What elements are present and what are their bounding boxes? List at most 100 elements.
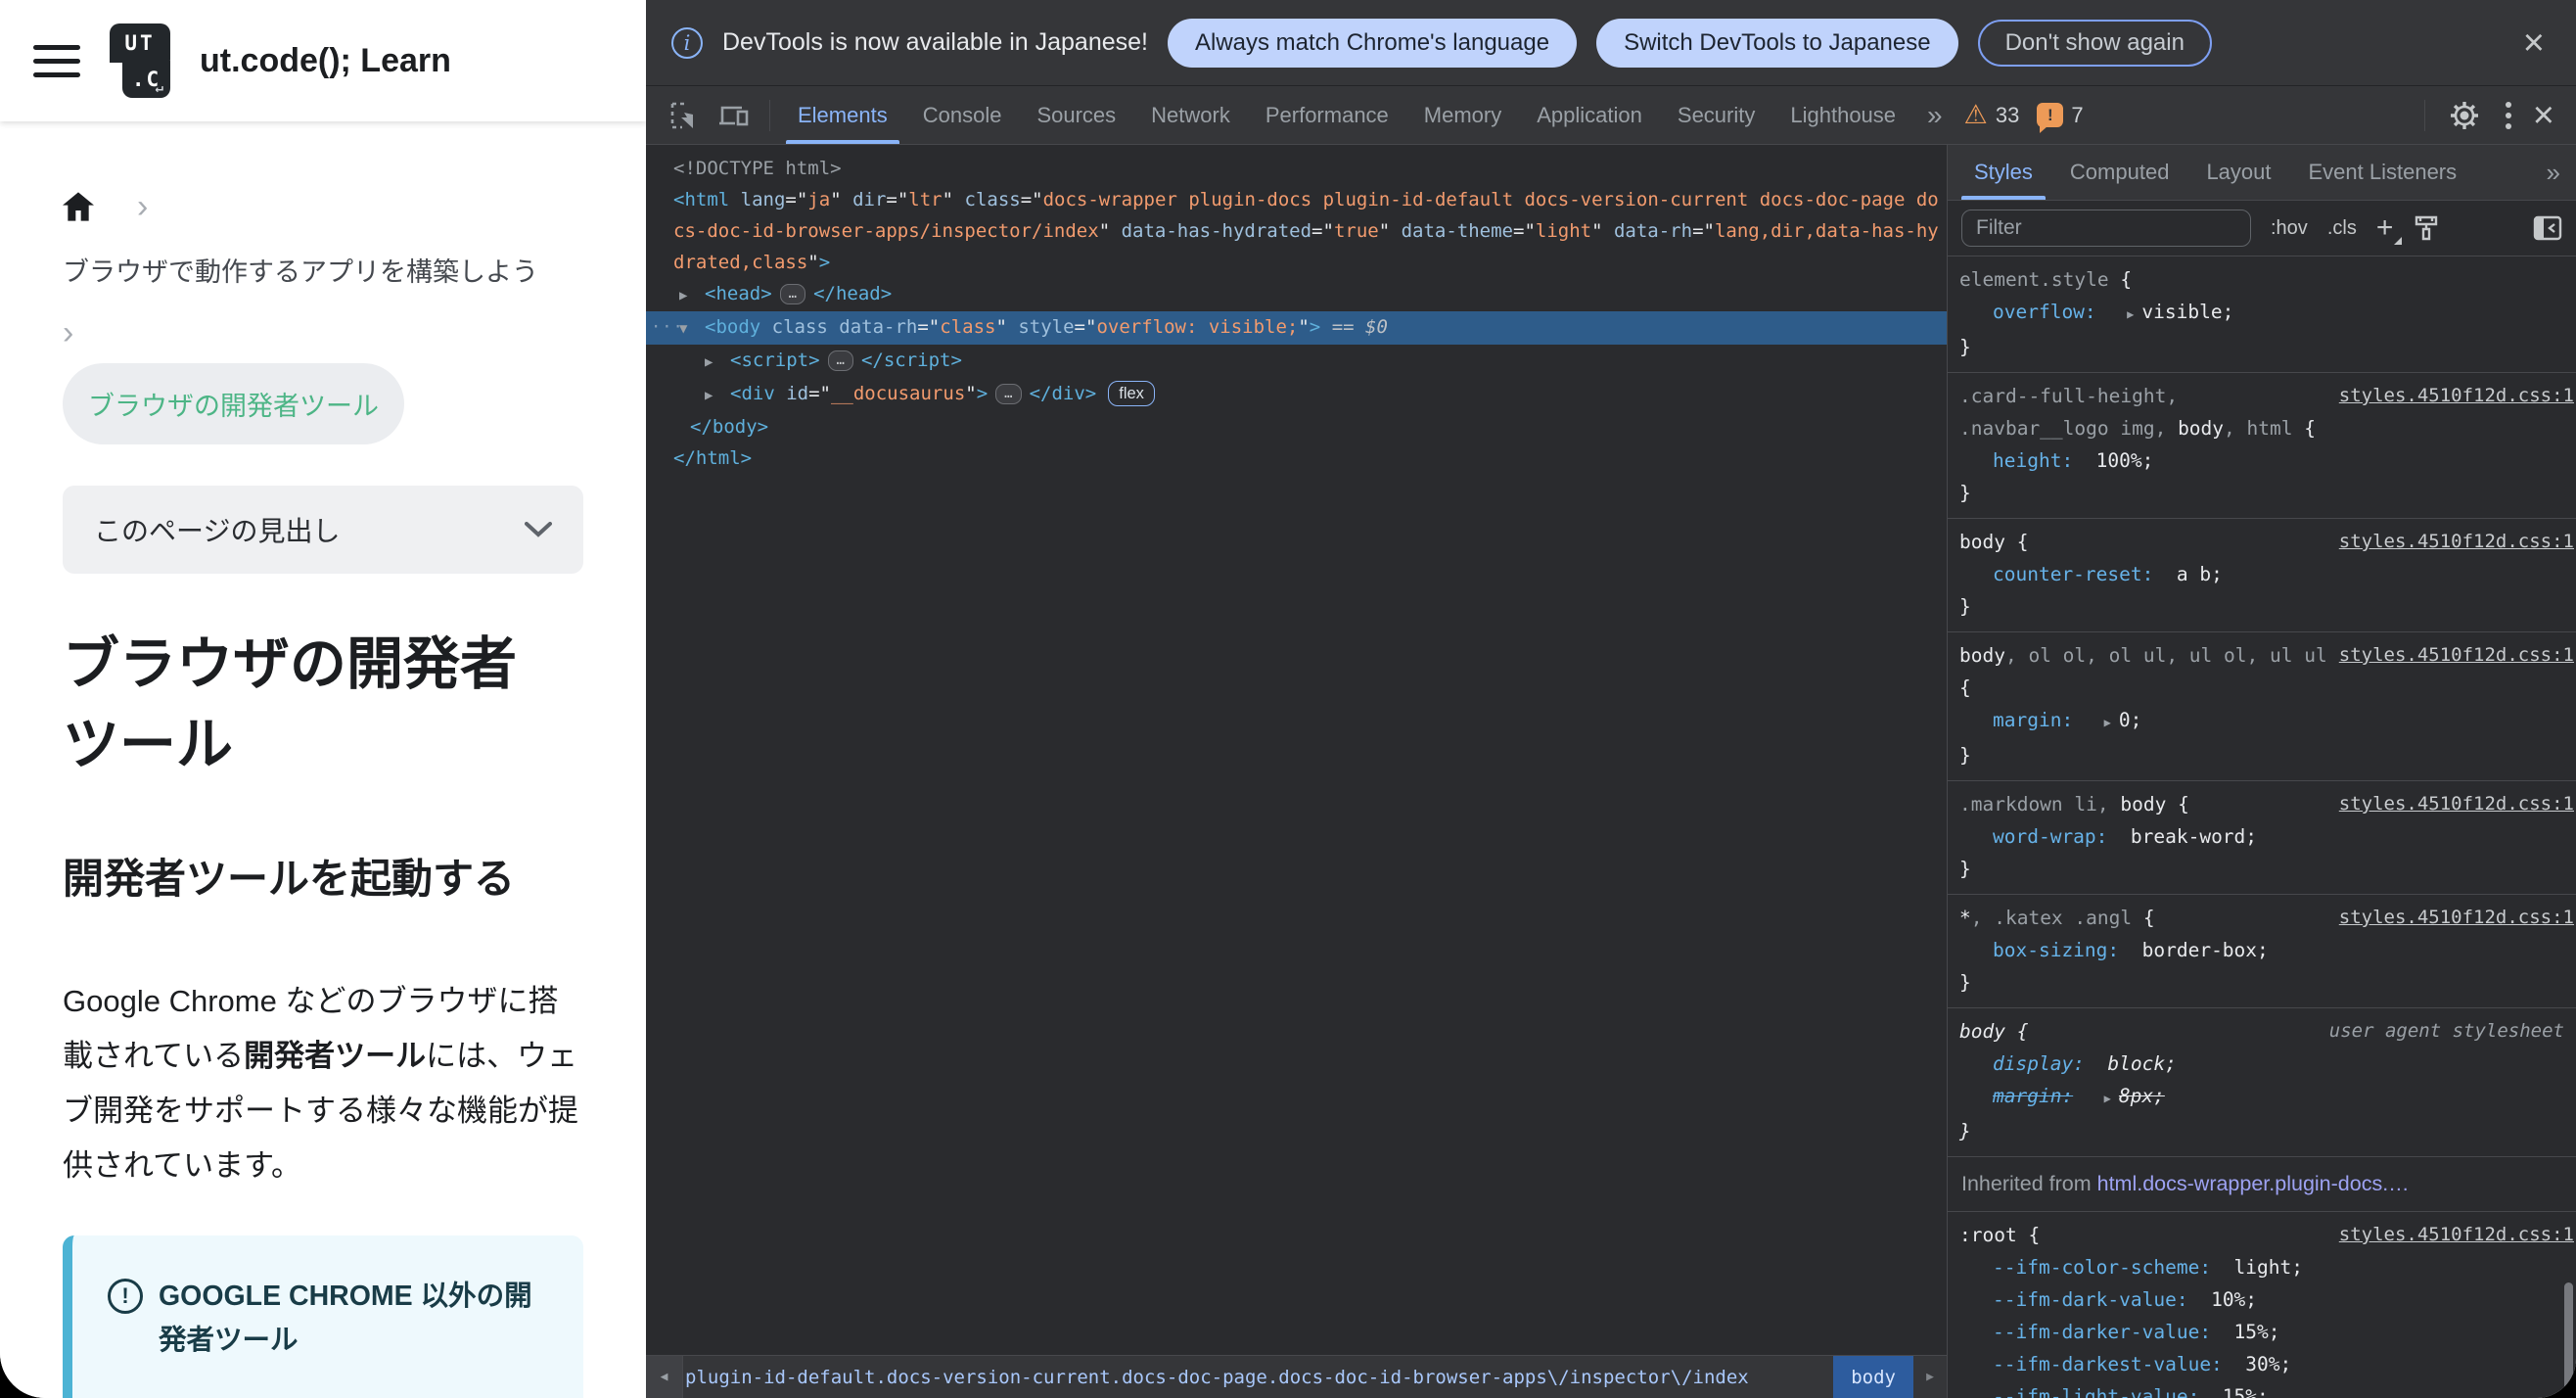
dom-tree-node[interactable]: ··· ▼ <body class data-rh="class" style="o… [646,311,1947,345]
dom-tree-node[interactable]: <html lang="ja" dir="ltr" class="docs-wr… [646,184,1947,278]
expand-arrow-icon[interactable]: ▶ [705,347,730,378]
devtools-tab-sources[interactable]: Sources [1019,86,1133,144]
css-property[interactable]: word-wrap: break-word; [1948,820,2576,853]
tab-computed[interactable]: Computed [2051,145,2188,200]
expand-value-icon[interactable]: ▶ [2104,1092,2111,1105]
code-token: == $0 [1320,316,1388,338]
flex-badge[interactable]: flex [1108,381,1155,406]
breadcrumb-current[interactable]: ブラウザの開発者ツール [63,362,404,444]
css-property[interactable]: --ifm-light-value: 15%; [1948,1380,2576,1398]
rule-selector[interactable]: .markdown li, body { [1948,788,2331,820]
devtools-tab-elements[interactable]: Elements [780,86,905,144]
rule-selector[interactable]: .card--full-height, .navbar__logo img, b… [1948,380,2331,444]
code-token: =" [808,383,831,404]
warning-triangle-icon: ⚠ [1963,100,1988,129]
rule-selector[interactable]: *, .katex .angl { [1948,902,2331,934]
inherited-from-label: Inherited from [1961,1172,2097,1195]
rule-selector[interactable]: :root { [1948,1219,2331,1251]
devtools-tab-security[interactable]: Security [1660,86,1772,144]
rule-selector[interactable]: body, ol ol, ol ul, ul ol, ul ul { [1948,639,2331,704]
devtools-tab-memory[interactable]: Memory [1406,86,1519,144]
switch-to-japanese-button[interactable]: Switch DevTools to Japanese [1596,18,1958,68]
devtools-tab-lighthouse[interactable]: Lighthouse [1772,86,1913,144]
stylesheet-link[interactable]: styles.4510f12d.css:1 [2331,526,2576,558]
css-property[interactable]: display: block; [1948,1048,2576,1080]
toggle-panel-icon[interactable] [2533,215,2562,241]
always-match-language-button[interactable]: Always match Chrome's language [1167,18,1578,68]
expand-arrow-icon[interactable]: ▶ [705,380,730,411]
more-tabs-icon[interactable]: » [1913,100,1956,131]
css-property[interactable]: margin: ▶ 0; [1948,704,2576,739]
close-devtools-icon[interactable]: × [2527,97,2560,134]
tab-layout[interactable]: Layout [2187,145,2289,200]
breadcrumb-section[interactable]: ブラウザで動作するアプリを構築しよう [63,253,583,293]
dom-tree-node[interactable]: ▶ <div id="__docusaurus"> … </div> flex [646,378,1947,411]
devtools-tab-application[interactable]: Application [1519,86,1660,144]
toc-dropdown[interactable]: このページの見出し [63,485,583,574]
tab-styles[interactable]: Styles [1955,145,2051,200]
css-property[interactable]: overflow: ▶ visible; [1948,296,2576,331]
node-menu-dots-icon[interactable]: ··· [651,311,684,343]
device-toolbar-icon[interactable] [709,102,759,129]
styles-filter-input[interactable] [1961,210,2251,247]
toggle-hover-state-button[interactable]: :hov [2271,217,2308,240]
site-title[interactable]: ut.code(); Learn [200,42,451,80]
stylesheet-link[interactable]: styles.4510f12d.css:1 [2331,902,2576,934]
collapsed-children-icon[interactable]: … [827,350,853,371]
css-property[interactable]: margin: ▶ 8px; [1948,1080,2576,1115]
settings-gear-icon[interactable] [2439,100,2490,131]
code-token: class [760,316,828,338]
collapsed-children-icon[interactable]: … [995,384,1022,404]
expand-value-icon[interactable]: ▶ [2104,716,2111,729]
css-property[interactable]: --ifm-darker-value: 15%; [1948,1316,2576,1348]
css-property[interactable]: counter-reset: a b; [1948,558,2576,590]
scrollbar-thumb[interactable] [2564,1282,2573,1390]
css-property[interactable]: --ifm-dark-value: 10%; [1948,1283,2576,1316]
breadcrumb-next-icon[interactable]: ▶ [1913,1370,1947,1384]
kebab-menu-icon[interactable] [2494,101,2523,129]
devtools-tab-performance[interactable]: Performance [1248,86,1406,144]
dom-tree-node[interactable]: <!DOCTYPE html> [646,153,1947,184]
stylesheet-link[interactable]: styles.4510f12d.css:1 [2331,1219,2576,1251]
warnings-badge[interactable]: ⚠ 33 ! 7 [1963,100,2084,133]
menu-icon[interactable] [33,44,80,77]
stylesheet-link[interactable]: styles.4510f12d.css:1 [2331,788,2576,820]
code-token: </html> [673,447,753,469]
expand-arrow-icon[interactable]: ▶ [679,280,705,311]
dont-show-again-button[interactable]: Don't show again [1977,19,2212,67]
rendering-emulation-icon[interactable] [2413,214,2440,242]
inherited-from-link[interactable]: html.docs-wrapper.plugin-docs.… [2097,1172,2410,1195]
css-property[interactable]: --ifm-darkest-value: 30%; [1948,1348,2576,1380]
dom-breadcrumb-path[interactable]: plugin-id-default.docs-version-current.d… [679,1367,1833,1388]
more-sidebar-tabs-icon[interactable]: » [2531,158,2576,188]
collapsed-children-icon[interactable]: … [779,284,806,304]
css-property[interactable]: --ifm-color-scheme: light; [1948,1251,2576,1283]
expand-value-icon[interactable]: ▶ [2127,307,2134,321]
stylesheet-link[interactable]: styles.4510f12d.css:1 [2331,380,2576,412]
breadcrumb-prev-icon[interactable]: ◀ [646,1356,683,1398]
rule-selector[interactable]: body { [1948,1015,2322,1048]
inspect-element-icon[interactable] [660,101,709,130]
css-property[interactable]: box-sizing: border-box; [1948,934,2576,966]
property-value: light; [2233,1256,2303,1279]
close-notification-icon[interactable]: × [2517,24,2551,62]
property-name: --ifm-darker-value: [1993,1321,2212,1343]
devtools-tab-network[interactable]: Network [1133,86,1248,144]
home-icon[interactable] [63,192,94,221]
stylesheet-link[interactable]: styles.4510f12d.css:1 [2331,639,2576,672]
dom-breadcrumb-selected[interactable]: body [1833,1356,1913,1398]
devtools-tab-console[interactable]: Console [905,86,1020,144]
dom-tree-node[interactable]: ▶ <script> … </script> [646,345,1947,378]
rule-selector[interactable]: element.style { [1948,263,2576,296]
dom-tree-node[interactable]: </body> [646,411,1947,443]
rule-selector[interactable]: body { [1948,526,2331,558]
tab-event-listeners[interactable]: Event Listeners [2290,145,2476,200]
toggle-class-button[interactable]: .cls [2327,217,2357,240]
property-name: counter-reset: [1993,563,2154,585]
property-value: 30%; [2245,1353,2292,1375]
css-property[interactable]: height: 100%; [1948,444,2576,477]
dom-tree-node[interactable]: ▶ <head> … </head> [646,278,1947,311]
new-style-rule-icon[interactable]: + [2376,213,2402,245]
site-logo[interactable]: UT .C ↵ [110,23,170,98]
dom-tree-node[interactable]: </html> [646,443,1947,474]
